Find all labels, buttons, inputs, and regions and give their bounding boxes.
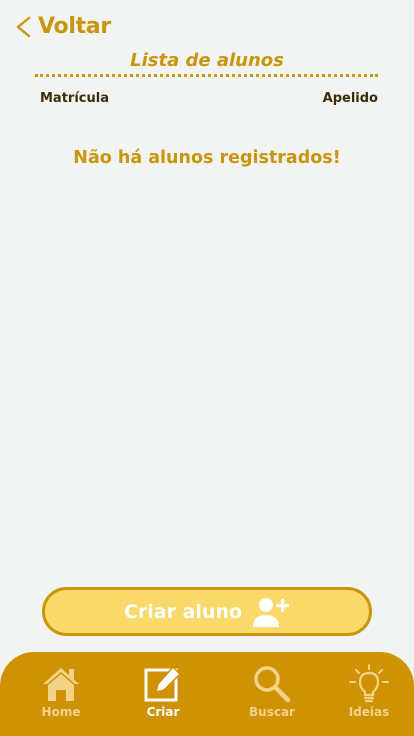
- tab-criar-label: Criar: [146, 705, 180, 719]
- tab-ideias-label: Ideias: [348, 705, 390, 719]
- back-label: Voltar: [38, 14, 111, 39]
- lightbulb-icon: [347, 664, 391, 704]
- list-title: Lista de alunos: [130, 50, 284, 71]
- tab-home[interactable]: Home: [21, 664, 101, 719]
- back-button[interactable]: Voltar: [14, 14, 111, 39]
- create-student-label: Criar aluno: [123, 600, 243, 623]
- tab-ideias[interactable]: Ideias: [329, 664, 409, 719]
- empty-list-message: Não há alunos registrados!: [73, 148, 341, 168]
- tab-buscar[interactable]: Buscar: [232, 664, 312, 719]
- edit-icon: [141, 664, 185, 704]
- tab-criar[interactable]: Criar: [123, 664, 203, 719]
- tab-buscar-label: Buscar: [249, 705, 295, 719]
- bottom-tab-bar: Home Criar Buscar Ideias: [0, 652, 414, 736]
- tab-home-label: Home: [41, 705, 81, 719]
- search-icon: [250, 664, 294, 704]
- column-header-matricula: Matrícula: [40, 91, 109, 106]
- add-user-icon: [252, 596, 290, 628]
- create-student-button[interactable]: Criar aluno: [42, 587, 372, 636]
- title-divider: [35, 74, 378, 77]
- home-icon: [39, 664, 83, 704]
- chevron-left-icon: [14, 16, 32, 38]
- column-header-apelido: Apelido: [322, 91, 378, 106]
